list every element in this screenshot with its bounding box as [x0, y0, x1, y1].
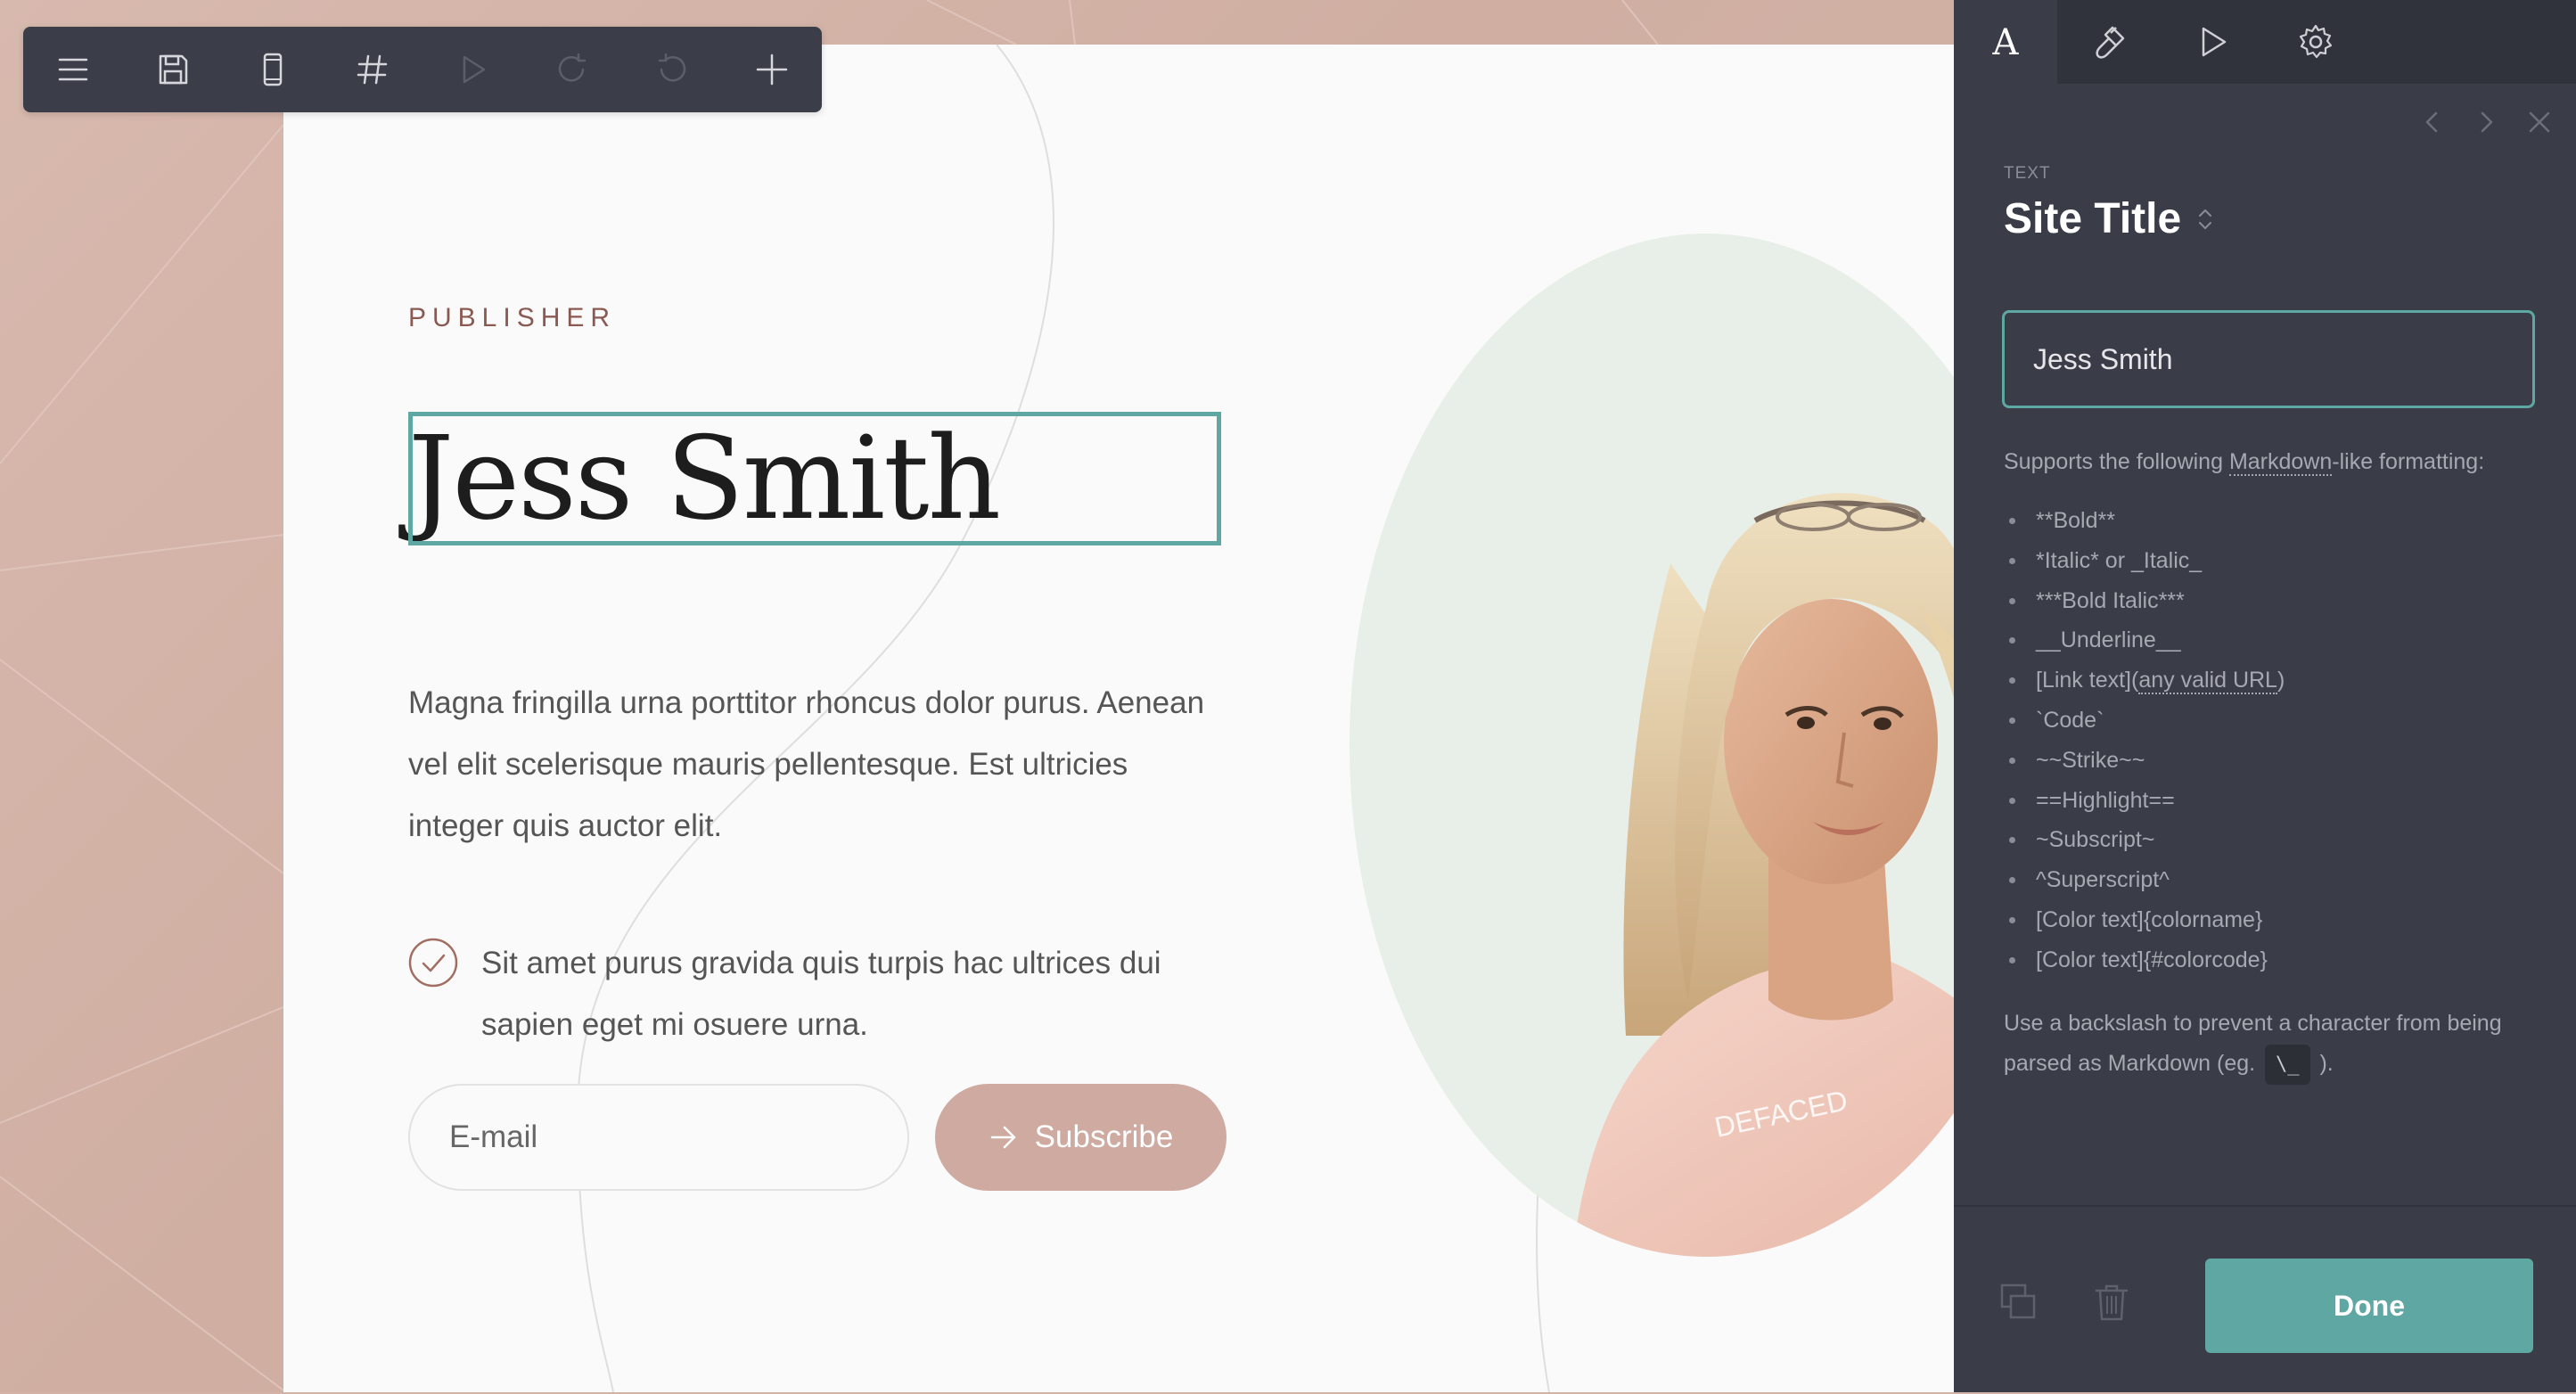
- duplicate-icon[interactable]: [1998, 1282, 2039, 1323]
- text-icon: A: [1992, 22, 2020, 62]
- close-icon[interactable]: [2526, 109, 2553, 135]
- list-item: [Link text](any valid URL): [2004, 660, 2285, 701]
- section-title-text: Site Title: [2004, 195, 2182, 242]
- intro-paragraph[interactable]: Magna fringilla urna porttitor rhoncus d…: [408, 672, 1210, 857]
- play-icon: [2202, 27, 2227, 57]
- chevron-right-icon[interactable]: [2473, 109, 2499, 135]
- list-item: ~~Strike~~: [2004, 741, 2285, 781]
- arrow-right-icon: [990, 1126, 1015, 1149]
- portrait-image[interactable]: DEFACED: [1350, 234, 1954, 1257]
- note-suffix: ).: [2313, 1051, 2334, 1076]
- redo-button[interactable]: [522, 27, 622, 112]
- sort-chevrons-icon: [2199, 209, 2212, 229]
- plus-icon: [756, 53, 788, 86]
- anchor-button[interactable]: [323, 27, 422, 112]
- properties-panel: A TEXT Site Title Jess Smith Supports th…: [1954, 0, 2576, 1392]
- tab-animation[interactable]: [2161, 0, 2264, 84]
- markdown-format-list: **Bold** *Italic* or _Italic_ ***Bold It…: [2004, 501, 2285, 980]
- markdown-help-text: Supports the following Markdown-like for…: [2004, 442, 2539, 481]
- svg-text:A: A: [1992, 22, 2020, 62]
- preview-button[interactable]: [422, 27, 522, 112]
- subscribe-button[interactable]: Subscribe: [935, 1084, 1226, 1191]
- play-icon: [463, 55, 486, 84]
- portrait-illustration: DEFACED: [1572, 493, 1954, 1257]
- markdown-link[interactable]: Markdown: [2228, 449, 2333, 476]
- list-item: ^Superscript^: [2004, 860, 2285, 900]
- mobile-icon: [263, 53, 283, 86]
- email-field[interactable]: [408, 1084, 909, 1191]
- tab-text[interactable]: A: [1954, 0, 2057, 84]
- list-item: ==Highlight==: [2004, 781, 2285, 821]
- list-item: *Italic* or _Italic_: [2004, 541, 2285, 581]
- help-prefix: Supports the following: [2004, 449, 2229, 474]
- check-circle-icon: [408, 938, 458, 988]
- list-item: `Code`: [2004, 701, 2285, 741]
- add-block-button[interactable]: [722, 27, 822, 112]
- menu-icon: [58, 58, 88, 81]
- list-item: __Underline__: [2004, 620, 2285, 660]
- save-button[interactable]: [123, 27, 223, 112]
- list-item: **Bold**: [2004, 501, 2285, 541]
- section-label: TEXT: [2004, 164, 2051, 183]
- panel-nav: [2419, 109, 2553, 135]
- help-suffix: -like formatting:: [2332, 449, 2485, 474]
- checklist-text: Sit amet purus gravida quis turpis hac u…: [481, 946, 1161, 1042]
- list-item: [Color text]{#colorcode}: [2004, 940, 2285, 980]
- hash-icon: [357, 54, 388, 85]
- link-format-close: ): [2277, 668, 2285, 693]
- panel-tabs: A: [1954, 0, 2576, 84]
- section-title[interactable]: Site Title: [2004, 194, 2215, 243]
- link-format-prefix: [Link text](: [2036, 668, 2139, 693]
- redo-icon: [558, 53, 587, 82]
- trash-icon[interactable]: [2091, 1282, 2132, 1323]
- save-icon: [159, 54, 188, 85]
- backslash-note: Use a backslash to prevent a character f…: [2004, 1004, 2539, 1085]
- mobile-preview-button[interactable]: [223, 27, 323, 112]
- kicker-text: PUBLISHER: [408, 303, 617, 332]
- site-title-input[interactable]: [2002, 310, 2535, 408]
- chevron-left-icon[interactable]: [2419, 109, 2446, 135]
- note-code: \_: [2265, 1045, 2310, 1085]
- website-canvas: PUBLISHER Jess Smith Magna fringilla urn…: [283, 45, 1954, 1392]
- brush-icon: [2096, 26, 2125, 59]
- menu-button[interactable]: [23, 27, 123, 112]
- tab-settings[interactable]: [2264, 0, 2367, 84]
- undo-icon: [658, 53, 686, 82]
- list-item: ~Subscript~: [2004, 820, 2285, 860]
- tab-design[interactable]: [2057, 0, 2161, 84]
- note-prefix: Use a backslash to prevent a character f…: [2004, 1011, 2502, 1076]
- undo-button[interactable]: [622, 27, 722, 112]
- gear-icon: [2299, 24, 2333, 59]
- link-url-text: any valid URL: [2138, 668, 2277, 695]
- list-item: [Color text]{colorname}: [2004, 900, 2285, 940]
- selected-title-outline[interactable]: [408, 412, 1221, 545]
- editor-toolbar: [23, 27, 822, 112]
- list-item: ***Bold Italic***: [2004, 581, 2285, 621]
- subscribe-label: Subscribe: [1034, 1119, 1174, 1154]
- panel-footer: Done: [1954, 1205, 2576, 1394]
- done-button[interactable]: Done: [2205, 1259, 2533, 1353]
